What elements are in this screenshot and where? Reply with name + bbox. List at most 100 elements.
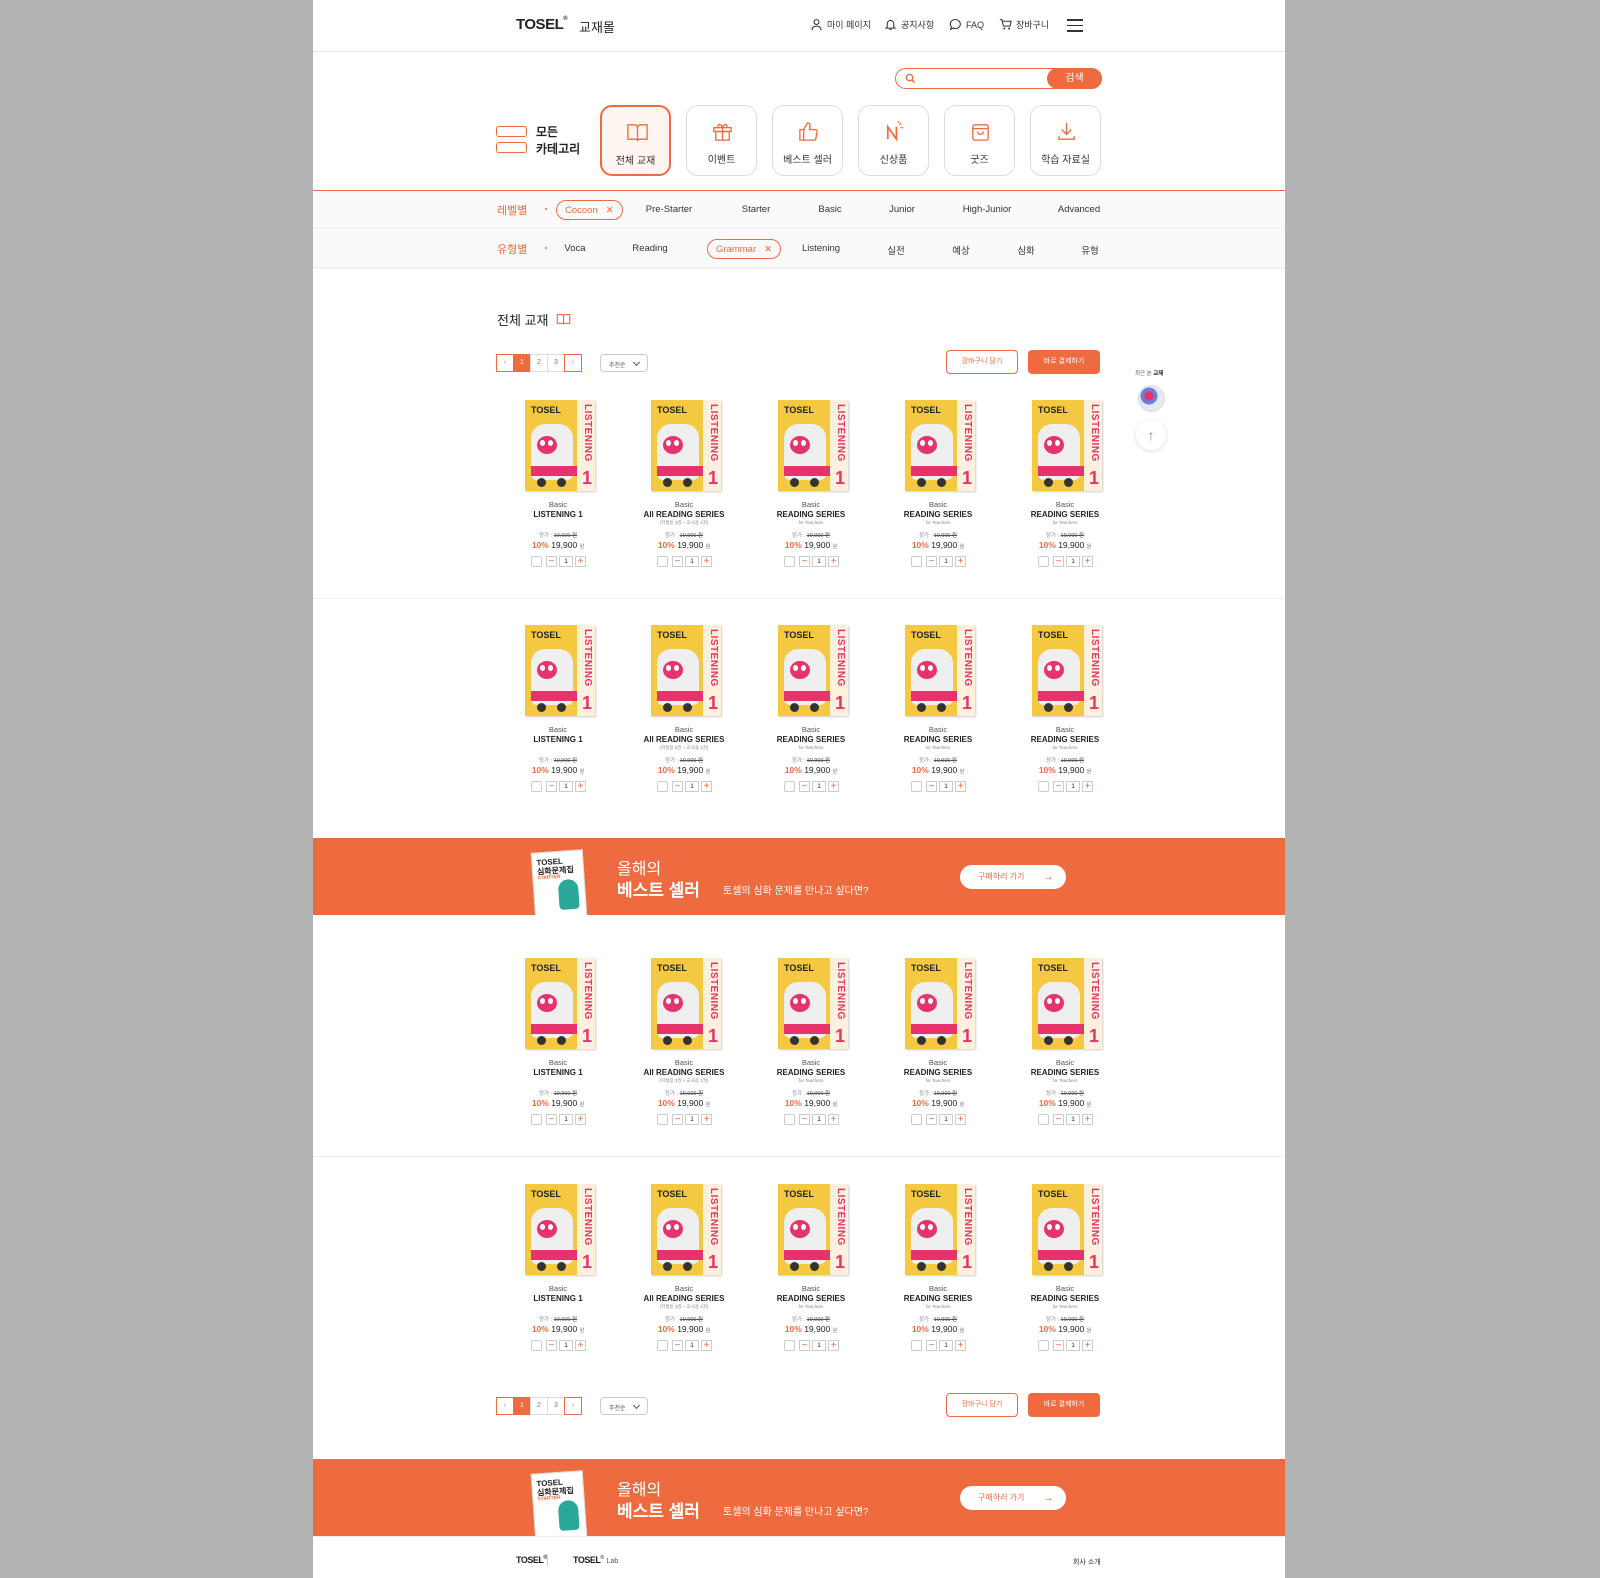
quantity-value[interactable]: 1 xyxy=(939,1114,953,1125)
product-title[interactable]: READING SERIES xyxy=(878,510,998,519)
decrease-button[interactable]: − xyxy=(926,556,937,567)
select-checkbox[interactable] xyxy=(1038,781,1049,792)
quantity-value[interactable]: 1 xyxy=(685,556,699,567)
select-checkbox[interactable] xyxy=(657,556,668,567)
decrease-button[interactable]: − xyxy=(546,556,557,567)
book-cover-image[interactable]: TOSEL LISTENING 1 xyxy=(1032,400,1102,491)
increase-button[interactable]: + xyxy=(575,1340,586,1351)
book-cover-image[interactable]: TOSEL LISTENING 1 xyxy=(905,1184,975,1275)
product-title[interactable]: READING SERIES xyxy=(751,510,871,519)
sort-select[interactable]: 추천순 xyxy=(600,354,648,372)
quantity-value[interactable]: 1 xyxy=(939,781,953,792)
page-button[interactable]: 3 xyxy=(547,1397,565,1415)
increase-button[interactable]: + xyxy=(575,556,586,567)
category-event[interactable]: 이벤트 xyxy=(686,105,757,176)
product-title[interactable]: READING SERIES xyxy=(1005,1068,1125,1077)
product-title[interactable]: READING SERIES xyxy=(878,1068,998,1077)
quantity-value[interactable]: 1 xyxy=(812,556,826,567)
select-checkbox[interactable] xyxy=(531,781,542,792)
book-cover-image[interactable]: TOSEL LISTENING 1 xyxy=(778,625,848,716)
category-new[interactable]: 신상품 xyxy=(858,105,929,176)
nav-faq[interactable]: FAQ xyxy=(949,18,984,31)
quantity-value[interactable]: 1 xyxy=(812,1114,826,1125)
quantity-value[interactable]: 1 xyxy=(685,1340,699,1351)
product-title[interactable]: All READING SERIES xyxy=(624,1294,744,1303)
go-buy-button[interactable]: 구매하러 가기 xyxy=(960,865,1066,889)
product-title[interactable]: LISTENING 1 xyxy=(498,1294,618,1303)
book-cover-image[interactable]: TOSEL LISTENING 1 xyxy=(525,625,595,716)
decrease-button[interactable]: − xyxy=(546,781,557,792)
quantity-value[interactable]: 1 xyxy=(559,781,573,792)
decrease-button[interactable]: − xyxy=(926,781,937,792)
product-title[interactable]: READING SERIES xyxy=(751,1068,871,1077)
book-cover-image[interactable]: TOSEL LISTENING 1 xyxy=(905,958,975,1049)
book-cover-image[interactable]: TOSEL LISTENING 1 xyxy=(905,400,975,491)
category-all-books[interactable]: 전체 교재 xyxy=(600,105,671,176)
level-option[interactable]: Starter xyxy=(742,204,771,215)
book-cover-image[interactable]: TOSEL LISTENING 1 xyxy=(1032,625,1102,716)
product-card[interactable]: TOSEL LISTENING 1 Basic READING SERIES f… xyxy=(1005,1184,1125,1364)
select-checkbox[interactable] xyxy=(911,1340,922,1351)
increase-button[interactable]: + xyxy=(701,556,712,567)
type-option[interactable]: 심화 xyxy=(1017,243,1034,257)
page-button[interactable]: 3 xyxy=(547,354,565,372)
buy-now-button[interactable]: 바로 결제하기 xyxy=(1028,1393,1100,1417)
footer-lab-logo[interactable]: TOSEL® Lab xyxy=(573,1555,618,1565)
decrease-button[interactable]: − xyxy=(926,1114,937,1125)
book-cover-image[interactable]: TOSEL LISTENING 1 xyxy=(778,1184,848,1275)
quantity-value[interactable]: 1 xyxy=(559,1114,573,1125)
type-option[interactable]: 실전 xyxy=(887,243,904,257)
product-card[interactable]: TOSEL LISTENING 1 Basic READING SERIES f… xyxy=(878,958,998,1138)
select-checkbox[interactable] xyxy=(784,781,795,792)
category-learning-materials[interactable]: 학습 자료실 xyxy=(1030,105,1101,176)
book-cover-image[interactable]: TOSEL LISTENING 1 xyxy=(651,400,721,491)
book-cover-image[interactable]: TOSEL LISTENING 1 xyxy=(778,400,848,491)
select-checkbox[interactable] xyxy=(784,1340,795,1351)
product-card[interactable]: TOSEL LISTENING 1 Basic READING SERIES f… xyxy=(878,625,998,805)
product-card[interactable]: TOSEL LISTENING 1 Basic READING SERIES f… xyxy=(751,1184,871,1364)
increase-button[interactable]: + xyxy=(1082,1114,1093,1125)
select-checkbox[interactable] xyxy=(657,781,668,792)
add-to-cart-button[interactable]: 장바구니 담기 xyxy=(946,1393,1018,1417)
type-option[interactable]: Reading xyxy=(632,243,667,254)
product-card[interactable]: TOSEL LISTENING 1 Basic All READING SERI… xyxy=(624,1184,744,1364)
increase-button[interactable]: + xyxy=(1082,781,1093,792)
page-button[interactable]: 2 xyxy=(530,1397,548,1415)
increase-button[interactable]: + xyxy=(1082,556,1093,567)
prev-page-button[interactable]: ‹ xyxy=(496,1397,514,1415)
product-card[interactable]: TOSEL LISTENING 1 Basic READING SERIES f… xyxy=(751,625,871,805)
level-option[interactable]: Basic xyxy=(818,204,841,215)
product-card[interactable]: TOSEL LISTENING 1 Basic All READING SERI… xyxy=(624,400,744,580)
tosel-logo[interactable]: TOSEL® xyxy=(516,16,568,33)
type-option[interactable]: Listening xyxy=(802,243,840,254)
select-checkbox[interactable] xyxy=(911,556,922,567)
quantity-value[interactable]: 1 xyxy=(939,1340,953,1351)
product-title[interactable]: READING SERIES xyxy=(878,1294,998,1303)
close-icon[interactable]: ✕ xyxy=(764,244,772,255)
decrease-button[interactable]: − xyxy=(1053,556,1064,567)
quantity-value[interactable]: 1 xyxy=(1066,556,1080,567)
product-title[interactable]: LISTENING 1 xyxy=(498,510,618,519)
increase-button[interactable]: + xyxy=(828,556,839,567)
book-cover-image[interactable]: TOSEL LISTENING 1 xyxy=(778,958,848,1049)
increase-button[interactable]: + xyxy=(701,781,712,792)
select-checkbox[interactable] xyxy=(911,781,922,792)
type-chip-selected[interactable]: Grammar ✕ xyxy=(707,239,782,259)
product-title[interactable]: READING SERIES xyxy=(1005,735,1125,744)
increase-button[interactable]: + xyxy=(701,1340,712,1351)
select-checkbox[interactable] xyxy=(1038,556,1049,567)
book-cover-image[interactable]: TOSEL LISTENING 1 xyxy=(525,1184,595,1275)
product-title[interactable]: LISTENING 1 xyxy=(498,735,618,744)
increase-button[interactable]: + xyxy=(1082,1340,1093,1351)
type-option[interactable]: Voca xyxy=(564,243,585,254)
product-card[interactable]: TOSEL LISTENING 1 Basic LISTENING 1 정가 :… xyxy=(498,1184,618,1364)
product-card[interactable]: TOSEL LISTENING 1 Basic READING SERIES f… xyxy=(1005,958,1125,1138)
select-checkbox[interactable] xyxy=(784,1114,795,1125)
product-title[interactable]: All READING SERIES xyxy=(624,1068,744,1077)
select-checkbox[interactable] xyxy=(657,1114,668,1125)
type-option[interactable]: 예상 xyxy=(952,243,969,257)
quantity-value[interactable]: 1 xyxy=(1066,1340,1080,1351)
product-card[interactable]: TOSEL LISTENING 1 Basic LISTENING 1 정가 :… xyxy=(498,625,618,805)
decrease-button[interactable]: − xyxy=(672,1340,683,1351)
select-checkbox[interactable] xyxy=(911,1114,922,1125)
